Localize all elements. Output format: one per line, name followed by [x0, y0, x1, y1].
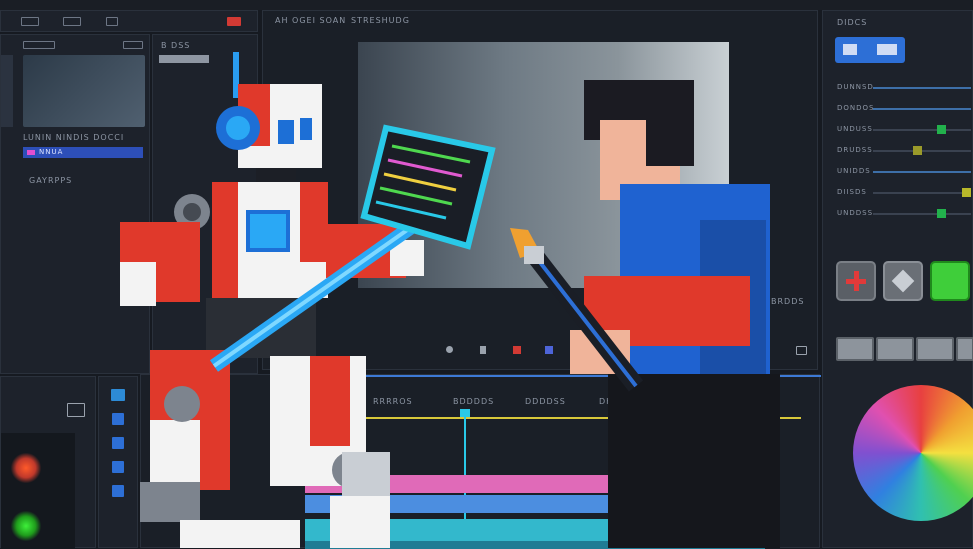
robot-leg-right-red [310, 356, 350, 446]
robot-foot-left [140, 482, 200, 522]
robot-character [120, 52, 424, 548]
pixel-art-illustration [120, 52, 780, 548]
robot-arm-left-white [120, 262, 156, 306]
robot-foot-right [342, 452, 390, 496]
robot-leg-left-white [150, 420, 200, 490]
robot-shin-right [330, 496, 390, 548]
robot-eye-left [278, 120, 294, 144]
painter-character [570, 80, 780, 548]
robot-eye-right [300, 118, 312, 140]
robot-headphone-inner [226, 116, 250, 140]
brush-ferrule [524, 246, 544, 264]
painter-pants [608, 374, 780, 548]
robot-shoulder-left-inner [183, 203, 201, 221]
robot-neck [256, 168, 296, 182]
painter-hair-side [646, 100, 694, 166]
robot-knee-left [164, 386, 200, 422]
robot-torso-red-right [300, 182, 328, 262]
robot-leg-bottom-left [180, 520, 300, 548]
robot-torso-red-left [212, 182, 238, 298]
robot-screen [246, 210, 290, 252]
